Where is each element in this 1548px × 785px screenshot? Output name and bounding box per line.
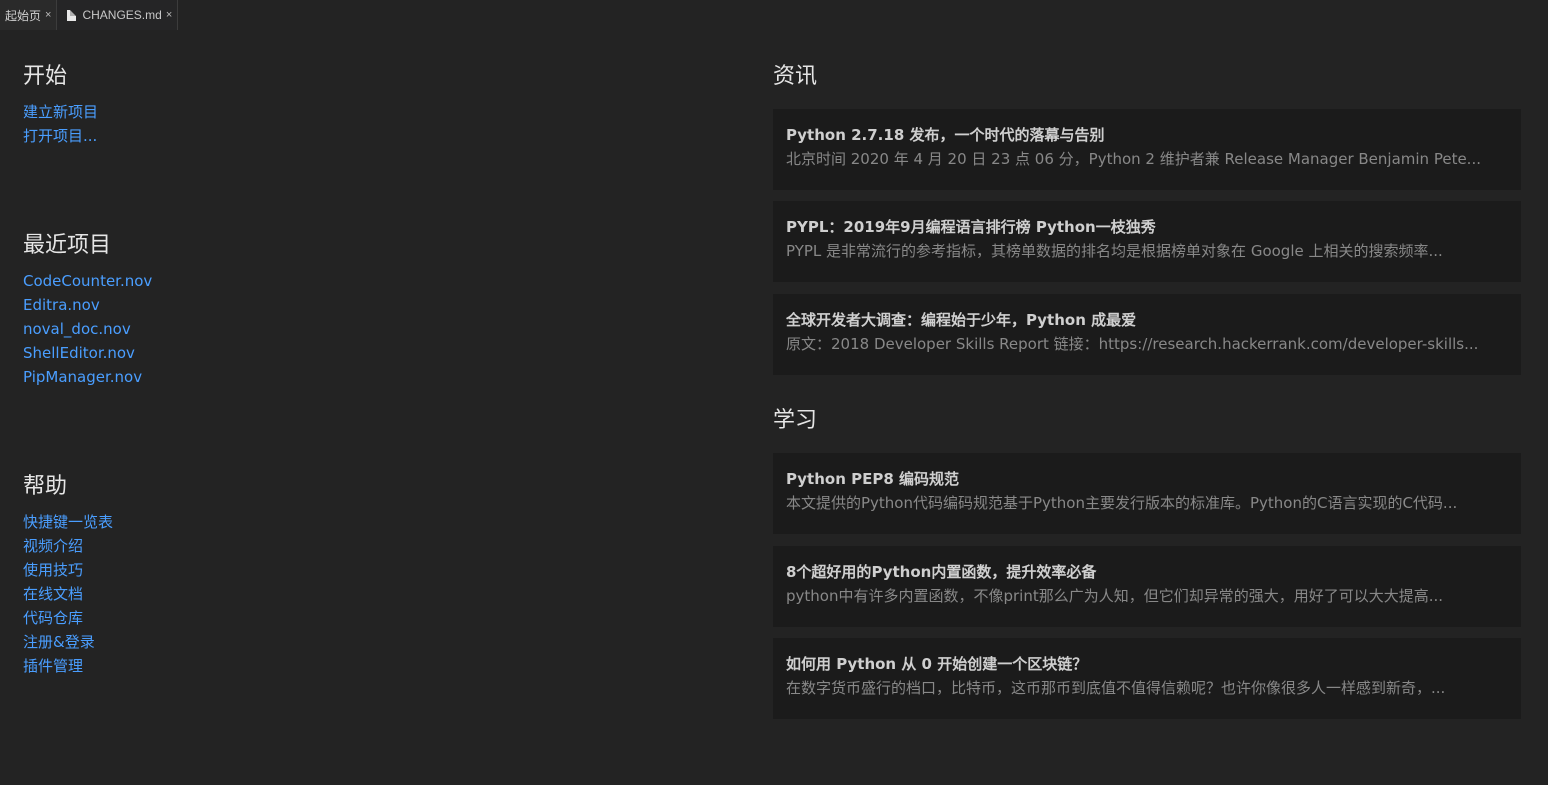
close-icon[interactable]: ×: [166, 9, 172, 21]
link-new-project[interactable]: 建立新项目: [23, 100, 723, 124]
section-title-start: 开始: [23, 64, 68, 89]
help-link-register[interactable]: 注册&登录: [23, 630, 723, 654]
help-link-plugins[interactable]: 插件管理: [23, 654, 723, 678]
card-desc: 在数字货币盛行的档口，比特币，这币那币到底值不值得信赖呢？也许你像很多人一样感到…: [786, 679, 1446, 697]
card-title: 8个超好用的Python内置函数，提升效率必备: [786, 563, 1097, 581]
recent-project-item[interactable]: ShellEditor.nov: [23, 341, 723, 365]
card-desc: 原文：2018 Developer Skills Report 链接：https…: [786, 335, 1479, 353]
tab-changes-md[interactable]: CHANGES.md ×: [56, 0, 179, 30]
card-title: 全球开发者大调查：编程始于少年，Python 成最爱: [786, 311, 1137, 329]
card-desc: 本文提供的Python代码编码规范基于Python主要发行版本的标准库。Pyth…: [786, 494, 1458, 512]
close-icon[interactable]: ×: [45, 9, 51, 21]
card-desc: 北京时间 2020 年 4 月 20 日 23 点 06 分，Python 2 …: [786, 150, 1481, 168]
news-card[interactable]: PYPL：2019年9月编程语言排行榜 Python一枝独秀 PYPL 是非常流…: [773, 201, 1521, 282]
section-title-learn: 学习: [773, 408, 818, 433]
tab-label: 起始页: [5, 8, 42, 23]
help-link-video[interactable]: 视频介绍: [23, 534, 723, 558]
tab-start-page[interactable]: 起始页 ×: [0, 0, 57, 30]
card-title: Python 2.7.18 发布，一个时代的落幕与告别: [786, 126, 1105, 144]
recent-section: 最近项目 CodeCounter.nov Editra.nov noval_do…: [23, 229, 723, 389]
learn-card[interactable]: 8个超好用的Python内置函数，提升效率必备 python中有许多内置函数，不…: [773, 546, 1521, 627]
card-title: Python PEP8 编码规范: [786, 470, 959, 488]
link-open-project[interactable]: 打开项目...: [23, 124, 723, 148]
start-section: 开始 建立新项目 打开项目...: [23, 60, 723, 148]
tab-label: CHANGES.md: [82, 8, 162, 22]
tab-bar: 起始页 × CHANGES.md ×: [0, 0, 1548, 30]
learn-card[interactable]: Python PEP8 编码规范 本文提供的Python代码编码规范基于Pyth…: [773, 453, 1521, 534]
card-title: 如何用 Python 从 0 开始创建一个区块链？: [786, 655, 1088, 673]
news-card[interactable]: 全球开发者大调查：编程始于少年，Python 成最爱 原文：2018 Devel…: [773, 294, 1521, 375]
section-title-help: 帮助: [23, 474, 68, 499]
section-title-recent: 最近项目: [23, 233, 112, 258]
recent-project-item[interactable]: Editra.nov: [23, 293, 723, 317]
file-icon: [67, 9, 77, 21]
recent-project-item[interactable]: PipManager.nov: [23, 365, 723, 389]
help-section: 帮助 快捷键一览表 视频介绍 使用技巧 在线文档 代码仓库 注册&登录 插件管理: [23, 470, 723, 678]
news-card[interactable]: Python 2.7.18 发布，一个时代的落幕与告别 北京时间 2020 年 …: [773, 109, 1521, 190]
help-link-tips[interactable]: 使用技巧: [23, 558, 723, 582]
card-desc: python中有许多内置函数，不像print那么广为人知，但它们却异常的强大，用…: [786, 587, 1444, 605]
recent-project-item[interactable]: noval_doc.nov: [23, 317, 723, 341]
help-link-repo[interactable]: 代码仓库: [23, 606, 723, 630]
recent-project-item[interactable]: CodeCounter.nov: [23, 269, 723, 293]
learn-card[interactable]: 如何用 Python 从 0 开始创建一个区块链？ 在数字货币盛行的档口，比特币…: [773, 638, 1521, 719]
help-link-docs[interactable]: 在线文档: [23, 582, 723, 606]
card-title: PYPL：2019年9月编程语言排行榜 Python一枝独秀: [786, 218, 1156, 236]
card-desc: PYPL 是非常流行的参考指标，其榜单数据的排名均是根据榜单对象在 Google…: [786, 242, 1443, 260]
help-link-shortcuts[interactable]: 快捷键一览表: [23, 510, 723, 534]
section-title-news: 资讯: [773, 64, 818, 89]
